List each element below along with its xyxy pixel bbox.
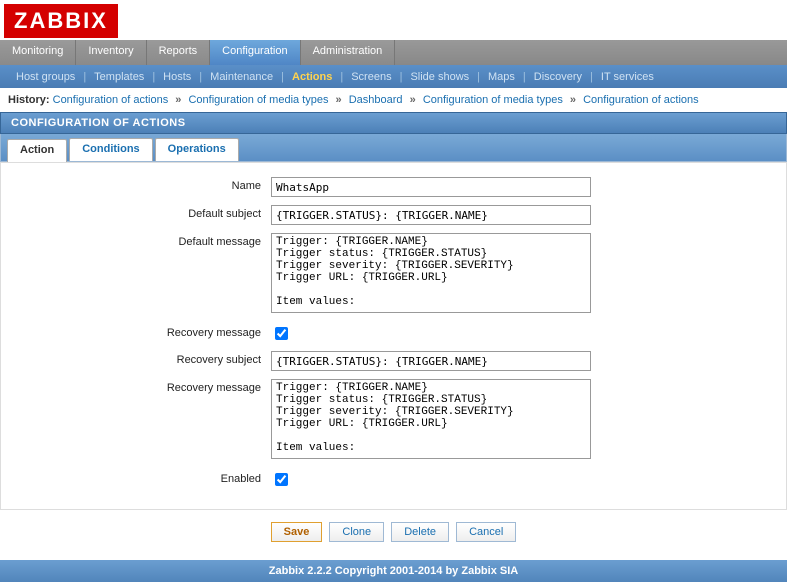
sub-nav: Host groups | Templates | Hosts | Mainte… [0,65,787,88]
default-subject-input[interactable] [271,205,591,225]
enabled-checkbox[interactable] [275,473,288,486]
buttons-row: Save Clone Delete Cancel [0,510,787,554]
page-title: CONFIGURATION OF ACTIONS [0,112,787,134]
nav-tab-inventory[interactable]: Inventory [76,40,146,65]
subnav-it-services[interactable]: IT services [593,71,662,83]
subnav-actions[interactable]: Actions [284,71,340,83]
cancel-button[interactable]: Cancel [456,522,516,542]
logo: ZABBIX [4,4,118,38]
recovery-message-checkbox[interactable] [275,327,288,340]
footer: Zabbix 2.2.2 Copyright 2001-2014 by Zabb… [0,560,787,582]
breadcrumb: History: Configuration of actions » Conf… [0,88,787,112]
nav-tab-monitoring[interactable]: Monitoring [0,40,76,65]
label-recovery-check: Recovery message [21,324,271,343]
subnav-discovery[interactable]: Discovery [526,71,590,83]
label-default-subject: Default subject [21,205,271,225]
clone-button[interactable]: Clone [329,522,384,542]
label-name: Name [21,177,271,197]
save-button[interactable]: Save [271,522,323,542]
subnav-maintenance[interactable]: Maintenance [202,71,281,83]
recovery-message-textarea[interactable] [271,379,591,459]
delete-button[interactable]: Delete [391,522,449,542]
subnav-templates[interactable]: Templates [86,71,152,83]
breadcrumb-link[interactable]: Configuration of media types [188,94,328,106]
subnav-screens[interactable]: Screens [343,71,399,83]
default-message-textarea[interactable] [271,233,591,313]
breadcrumb-link[interactable]: Dashboard [349,94,403,106]
tab-operations[interactable]: Operations [155,138,239,161]
label-recovery-message: Recovery message [21,379,271,462]
label-recovery-subject: Recovery subject [21,351,271,371]
breadcrumb-link[interactable]: Configuration of actions [53,94,169,106]
subnav-hosts[interactable]: Hosts [155,71,199,83]
breadcrumb-link[interactable]: Configuration of actions [583,94,699,106]
label-default-message: Default message [21,233,271,316]
form-tabs: ActionConditionsOperations [0,134,787,162]
subnav-maps[interactable]: Maps [480,71,523,83]
label-enabled: Enabled [21,470,271,489]
history-label: History: [8,94,50,106]
nav-tab-administration[interactable]: Administration [301,40,396,65]
tab-conditions[interactable]: Conditions [69,138,152,161]
main-nav: MonitoringInventoryReportsConfigurationA… [0,40,787,65]
subnav-slide-shows[interactable]: Slide shows [402,71,477,83]
name-input[interactable] [271,177,591,197]
recovery-subject-input[interactable] [271,351,591,371]
form-panel: Name Default subject Default message Rec… [0,162,787,510]
subnav-host-groups[interactable]: Host groups [8,71,83,83]
nav-tab-reports[interactable]: Reports [147,40,211,65]
tab-action[interactable]: Action [7,139,67,162]
breadcrumb-link[interactable]: Configuration of media types [423,94,563,106]
nav-tab-configuration[interactable]: Configuration [210,40,300,65]
